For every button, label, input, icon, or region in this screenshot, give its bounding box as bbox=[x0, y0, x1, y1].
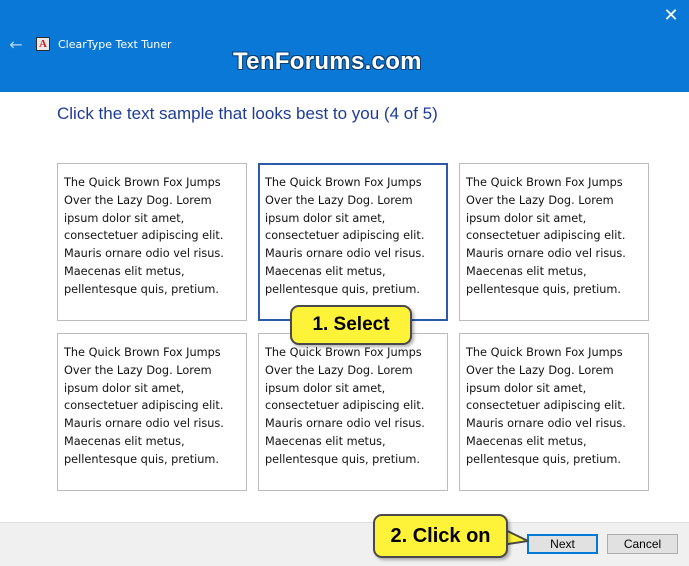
text-sample-text: The Quick Brown Fox Jumps Over the Lazy … bbox=[265, 176, 425, 296]
text-sample-6[interactable]: The Quick Brown Fox Jumps Over the Lazy … bbox=[459, 333, 649, 491]
text-sample-1[interactable]: The Quick Brown Fox Jumps Over the Lazy … bbox=[57, 163, 247, 321]
select-callout: 1. Select bbox=[290, 305, 412, 345]
text-sample-text: The Quick Brown Fox Jumps Over the Lazy … bbox=[64, 176, 224, 296]
tenforums-watermark: TenForums.com bbox=[233, 48, 422, 75]
page-heading: Click the text sample that looks best to… bbox=[57, 104, 438, 123]
window-title: ClearType Text Tuner bbox=[58, 38, 172, 51]
cleartype-app-icon: A bbox=[36, 37, 50, 51]
title-bar: ✕ ← A ClearType Text Tuner TenForums.com bbox=[0, 0, 689, 92]
text-sample-text: The Quick Brown Fox Jumps Over the Lazy … bbox=[265, 346, 425, 466]
cancel-button[interactable]: Cancel bbox=[607, 534, 678, 554]
text-sample-3[interactable]: The Quick Brown Fox Jumps Over the Lazy … bbox=[459, 163, 649, 321]
text-sample-4[interactable]: The Quick Brown Fox Jumps Over the Lazy … bbox=[57, 333, 247, 491]
click-on-callout: 2. Click on bbox=[373, 514, 508, 558]
text-sample-text: The Quick Brown Fox Jumps Over the Lazy … bbox=[466, 346, 626, 466]
text-sample-text: The Quick Brown Fox Jumps Over the Lazy … bbox=[64, 346, 224, 466]
close-button[interactable]: ✕ bbox=[653, 0, 689, 32]
cleartype-window: ✕ ← A ClearType Text Tuner TenForums.com… bbox=[0, 0, 689, 566]
next-button[interactable]: Next bbox=[527, 534, 598, 554]
text-sample-text: The Quick Brown Fox Jumps Over the Lazy … bbox=[466, 176, 626, 296]
text-sample-5[interactable]: The Quick Brown Fox Jumps Over the Lazy … bbox=[258, 333, 448, 491]
text-sample-2[interactable]: The Quick Brown Fox Jumps Over the Lazy … bbox=[258, 163, 448, 321]
back-arrow-icon[interactable]: ← bbox=[6, 35, 26, 55]
